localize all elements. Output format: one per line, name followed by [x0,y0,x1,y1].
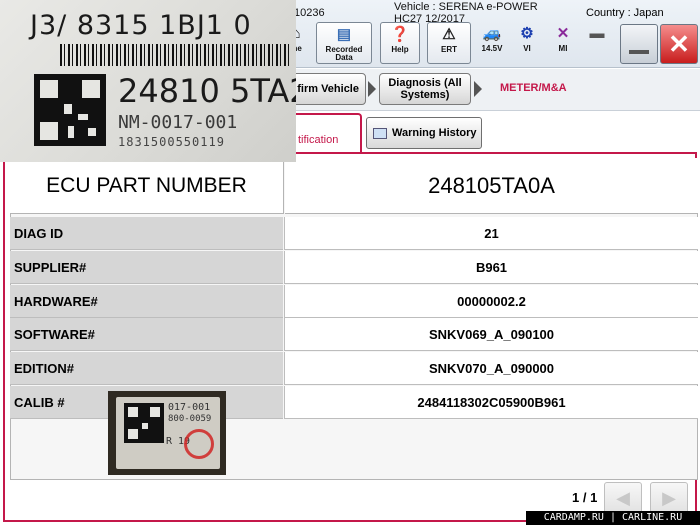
vehicle-id: 10236 [294,7,325,19]
row-label: EDITION# [10,352,283,385]
warning-history-icon [373,127,387,139]
country-label: Country : Japan [586,7,664,19]
mi-cross-icon: ✕ [556,25,570,42]
table-row: SUPPLIER# B961 [10,251,698,284]
table-row: HARDWARE# 00000002.2 [10,285,698,318]
help-button[interactable]: ❓ Help [380,22,420,64]
row-label: SUPPLIER# [10,251,283,284]
breadcrumb-arrow-icon [474,81,482,97]
row-label: SOFTWARE# [10,318,283,351]
tab-warning-history[interactable]: Warning History [366,117,482,149]
row-value: 00000002.2 [284,285,698,318]
red-stamp [184,429,214,459]
recorded-data-button[interactable]: ▤ Recorded Data [316,22,372,64]
minimize-button[interactable] [620,24,658,64]
chevron-left-icon: ◀ [616,488,630,508]
chevron-right-icon: ▶ [662,488,676,508]
help-icon: ❓ [390,26,410,43]
warning-icon: ⚠ [442,26,456,43]
qr-code [124,403,164,443]
mi-button[interactable]: ✕ MI [548,22,578,64]
tab-ecu-identification[interactable]: tification [290,113,362,153]
ecu-part-number-label: ECU PART NUMBER [10,158,284,214]
table-row: EDITION# SNKV070_A_090000 [10,352,698,385]
row-value: B961 [284,251,698,284]
vehicle-name: Vehicle : SERENA e-POWER [394,1,538,13]
photo-nm-code: NM-0017-001 [118,112,238,133]
breadcrumb-current: METER/M&A [500,82,567,94]
battery-voltage-indicator: 🚙 14.5V [475,22,509,64]
row-value: SNKV069_A_090100 [284,318,698,351]
recorded-data-icon: ▤ [336,26,352,43]
photo-part-number: 24810 5TA2A [118,72,296,110]
table-row: DIAG ID 21 [10,217,698,250]
sticker-line1: 017-001 [168,402,211,413]
row-value: 21 [284,217,698,250]
minimize-icon [629,50,649,54]
ecu-label-photo: J3/ 8315 1BJ1 0 24810 5TA2A NM-0017-001 … [0,0,296,162]
vi-button[interactable]: ⚙ VI [512,22,542,64]
row-label: DIAG ID [10,217,283,250]
photo-serial: 1831500550119 [118,135,225,149]
ecu-part-number-value: 248105TA0A [285,158,698,214]
breadcrumb-arrow-icon [368,81,376,97]
row-value: 2484118302C05900B961 [284,386,698,419]
close-button[interactable]: ✕ [660,24,698,64]
close-icon: ✕ [668,29,690,59]
barcode [60,44,292,66]
sticker-line2: 800-0059 [168,414,212,424]
qr-code [34,74,106,146]
watermark: CARDAMP.RU | CARLINE.RU [526,511,700,525]
ert-button[interactable]: ⚠ ERT [427,22,471,64]
row-label: HARDWARE# [10,285,283,318]
row-value: SNKV070_A_090000 [284,352,698,385]
table-row: SOFTWARE# SNKV069_A_090100 [10,318,698,351]
photo-label-line1: J3/ 8315 1BJ1 0 [30,10,252,41]
page-indicator: 1 / 1 [572,490,598,505]
battery-icon: ▬ [589,25,605,42]
battery-status: ▬ [582,22,612,64]
previous-page-button[interactable]: ◀ [604,482,642,514]
ecu-sticker-photo: 017-001 800-0059 R 19 [108,391,226,475]
vi-connector-icon: ⚙ [520,25,534,42]
car-icon: 🚙 [482,25,502,42]
next-page-button[interactable]: ▶ [650,482,688,514]
breadcrumb-diagnosis-all-systems[interactable]: Diagnosis (All Systems) [379,73,471,105]
